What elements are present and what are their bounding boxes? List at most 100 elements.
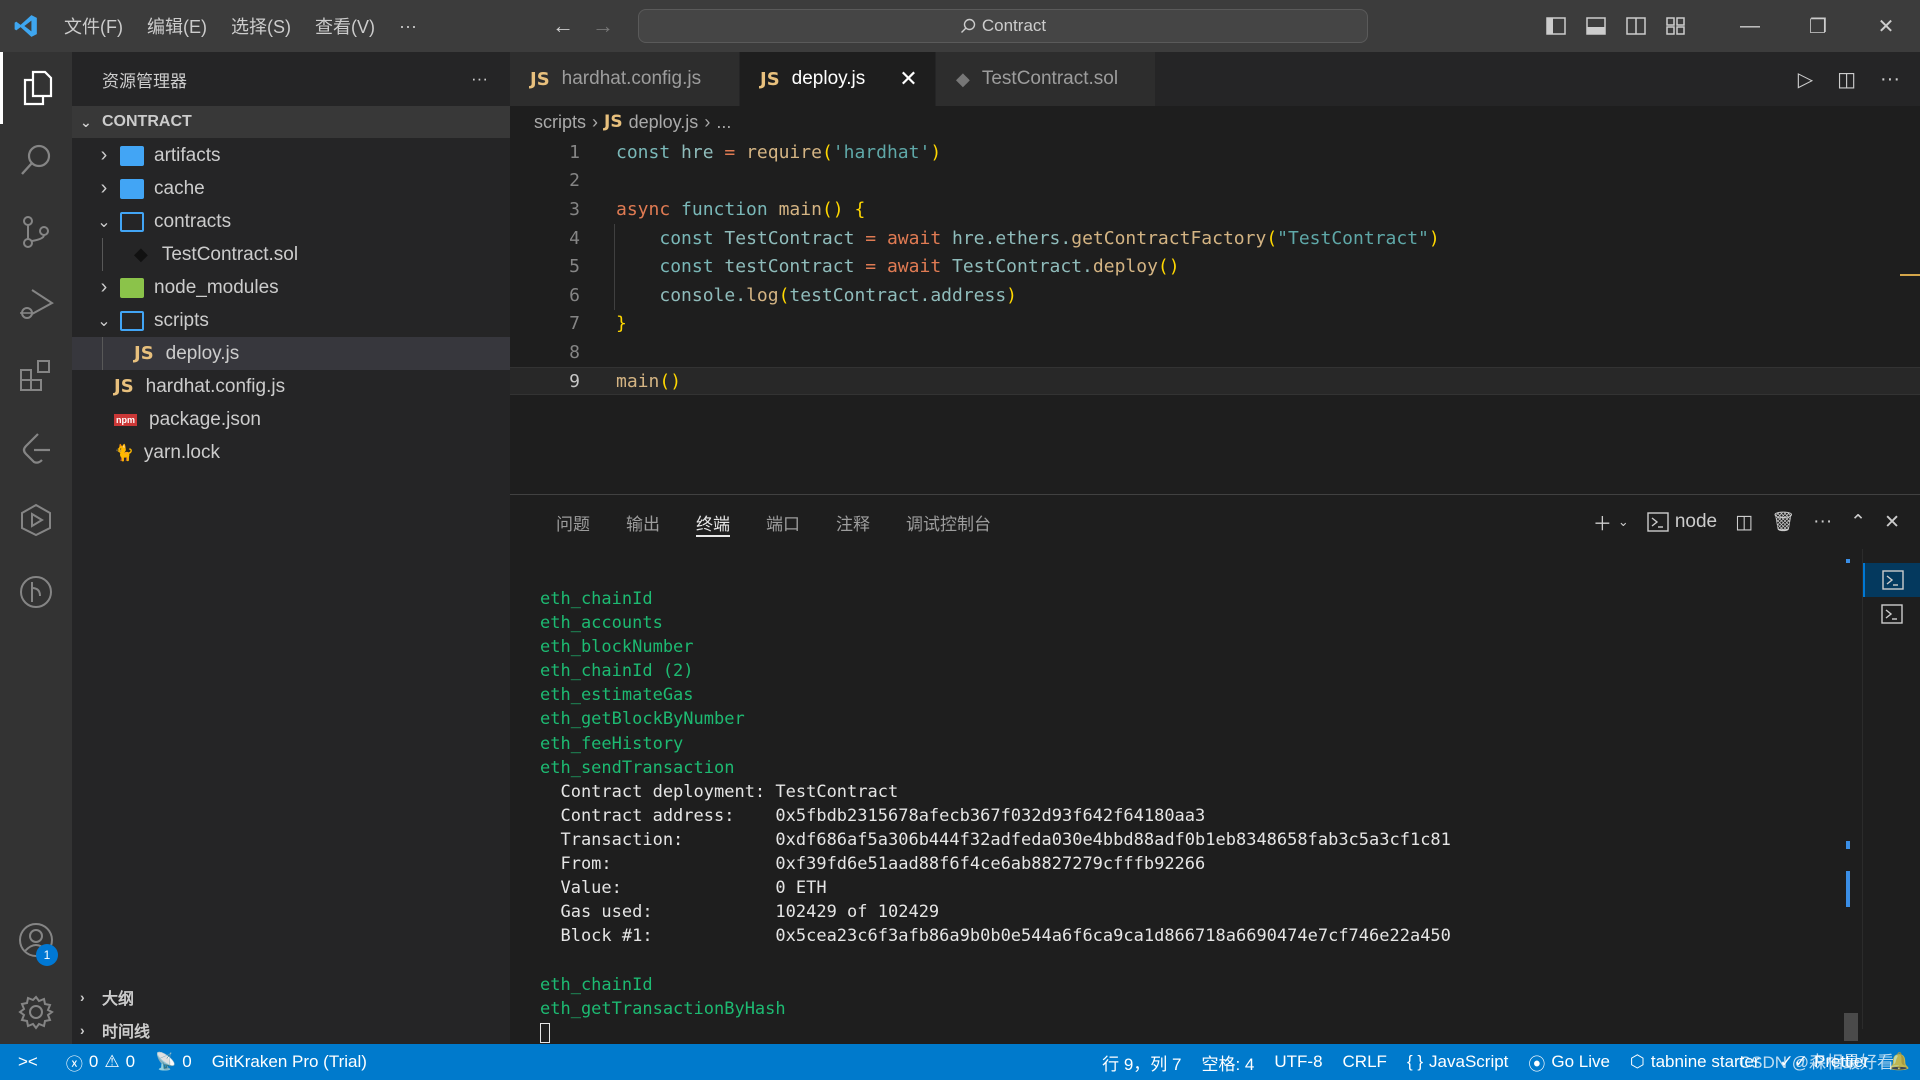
tree-item-node-modules[interactable]: › node_modules <box>72 271 510 304</box>
line-ending[interactable]: CRLF <box>1333 1044 1397 1080</box>
gitkraken-status[interactable]: GitKraken Pro (Trial) <box>202 1044 377 1080</box>
panel-more-actions-icon[interactable]: ··· <box>1813 511 1832 533</box>
terminal-dropdown-chevron-icon[interactable]: ⌄ <box>1618 514 1629 530</box>
run-debug-icon[interactable] <box>0 268 72 340</box>
kill-terminal-trash-icon[interactable]: 🗑 <box>1771 510 1795 534</box>
tab-testcontract-sol[interactable]: ◆ TestContract.sol <box>936 52 1156 106</box>
explorer-more-actions[interactable]: ··· <box>471 69 488 89</box>
tab-deploy-js[interactable]: JS deploy.js ✕ <box>740 52 936 106</box>
extensions-icon[interactable] <box>0 340 72 412</box>
command-center-search[interactable]: Contract <box>638 9 1368 43</box>
language-mode[interactable]: { } JavaScript <box>1397 1044 1518 1080</box>
panel-tab-5[interactable]: 调试控制台 <box>888 495 1009 549</box>
js-file-icon: JS <box>530 68 550 90</box>
tree-item-hardhat-config-js[interactable]: JS hardhat.config.js <box>72 370 510 403</box>
tree-item-artifacts[interactable]: › artifacts <box>72 139 510 172</box>
breadcrumb-symbol[interactable]: ... <box>716 112 731 133</box>
breadcrumb-folder[interactable]: scripts <box>534 112 586 133</box>
outline-section[interactable]: › 大纲 <box>72 980 510 1013</box>
encoding[interactable]: UTF-8 <box>1264 1044 1332 1080</box>
menu-selection[interactable]: 选择(S) <box>219 0 303 52</box>
broadcast-icon: 📡 <box>155 1052 177 1071</box>
workspace-section-header[interactable]: ⌄ CONTRACT <box>72 106 510 138</box>
explorer-icon[interactable] <box>0 52 72 124</box>
terminal-selector[interactable]: node <box>1647 511 1717 533</box>
tree-item-yarn-lock[interactable]: 🐈 yarn.lock <box>72 436 510 469</box>
minimize-icon[interactable]: — <box>1716 0 1784 52</box>
code-line[interactable]: 4 const TestContract = await hre.ethers.… <box>510 223 1920 253</box>
customize-layout-icon[interactable] <box>1656 0 1696 52</box>
source-control-icon[interactable] <box>0 196 72 268</box>
terminal-tab-2[interactable] <box>1863 597 1920 631</box>
back-arrow-icon[interactable]: ← <box>552 13 574 39</box>
tree-item-package-json[interactable]: npm package.json <box>72 403 510 436</box>
cursor-position[interactable]: 行 9，列 7 <box>1092 1044 1191 1080</box>
breadcrumb-file[interactable]: deploy.js <box>629 112 699 133</box>
menu-view[interactable]: 查看(V) <box>303 0 387 52</box>
maximize-panel-chevron-up-icon[interactable]: ⌃ <box>1850 511 1866 534</box>
terminal-tab-1[interactable] <box>1863 563 1920 597</box>
terminal-scrollbar[interactable] <box>1844 1013 1858 1041</box>
panel-tab-0[interactable]: 问题 <box>538 495 608 549</box>
gitkraken-icon[interactable] <box>0 412 72 484</box>
code-line[interactable]: 1 const hre = require('hardhat') <box>510 138 1920 167</box>
go-live-button[interactable]: ⦿ Go Live <box>1518 1044 1620 1080</box>
panel-tab-2[interactable]: 终端 <box>678 495 748 549</box>
panel-tab-1[interactable]: 输出 <box>608 495 678 549</box>
code-line[interactable]: 8 <box>510 338 1920 367</box>
toggle-panel-icon[interactable] <box>1576 0 1616 52</box>
panel-tab-4[interactable]: 注释 <box>818 495 888 549</box>
ports-indicator[interactable]: 📡 0 <box>145 1044 202 1080</box>
code-editor[interactable]: 1 const hre = require('hardhat') 2 3 async f… <box>510 138 1920 494</box>
testing-icon[interactable] <box>0 484 72 556</box>
toggle-primary-sidebar-icon[interactable] <box>1536 0 1576 52</box>
menu-more[interactable]: ··· <box>387 0 429 52</box>
run-code-icon[interactable]: ▷ <box>1798 67 1813 92</box>
toggle-secondary-sidebar-icon[interactable] <box>1616 0 1656 52</box>
scroll-marker <box>1846 871 1850 907</box>
search-icon[interactable] <box>0 124 72 196</box>
close-tab-icon[interactable]: ✕ <box>899 66 917 92</box>
new-terminal-plus-icon[interactable]: ＋ <box>1593 509 1612 536</box>
terminal-line: Value: 0 ETH <box>540 878 827 899</box>
panel-tab-3[interactable]: 端口 <box>748 495 818 549</box>
tree-item-label: node_modules <box>154 276 279 298</box>
menu-file[interactable]: 文件(F) <box>52 0 135 52</box>
tree-item-cache[interactable]: › cache <box>72 172 510 205</box>
split-editor-icon[interactable]: ◫ <box>1837 67 1856 92</box>
timeline-section[interactable]: › 时间线 <box>72 1013 510 1046</box>
tree-item-scripts[interactable]: ⌄ scripts <box>72 304 510 337</box>
settings-gear-icon[interactable] <box>0 976 72 1048</box>
code-line[interactable]: 9 main() <box>510 366 1920 396</box>
menu-edit[interactable]: 编辑(E) <box>135 0 219 52</box>
git-graph-icon[interactable] <box>0 556 72 628</box>
code-line[interactable]: 5 const testContract = await TestContrac… <box>510 252 1920 281</box>
code-line[interactable]: 7} <box>510 310 1920 339</box>
chevron-right-icon: › <box>80 1021 85 1038</box>
terminal-line: Contract address: 0x5fbdb2315678afecb367… <box>540 805 1206 826</box>
tree-item-contracts[interactable]: ⌄ contracts <box>72 205 510 238</box>
terminal-output[interactable]: eth_chainId eth_accounts eth_blockNumber et… <box>540 587 1451 1045</box>
remote-indicator[interactable]: >< <box>0 1044 56 1080</box>
indentation[interactable]: 空格: 4 <box>1191 1044 1264 1080</box>
account-icon[interactable]: 1 <box>0 904 72 976</box>
code-text: async function main() { <box>616 198 866 220</box>
split-terminal-icon[interactable]: ◫ <box>1735 511 1753 534</box>
problems-indicator[interactable]: ⓧ 0 ⚠ 0 <box>56 1044 145 1080</box>
tree-item-testcontract-sol[interactable]: ◆ TestContract.sol <box>72 238 510 271</box>
restore-icon[interactable]: ❐ <box>1784 0 1852 52</box>
tab-hardhat-config[interactable]: JS hardhat.config.js <box>510 52 740 106</box>
code-text: console.log(testContract.address) <box>659 284 1018 306</box>
terminal-prompt-line[interactable] <box>540 1021 1451 1045</box>
code-line[interactable]: 3 async function main() { <box>510 195 1920 224</box>
editor-more-actions-icon[interactable]: ··· <box>1880 68 1900 91</box>
code-text: } <box>616 313 627 335</box>
close-window-icon[interactable]: ✕ <box>1852 0 1920 52</box>
code-line[interactable]: 2 <box>510 167 1920 196</box>
js-file-icon: JS <box>134 343 154 364</box>
forward-arrow-icon[interactable]: → <box>592 13 614 39</box>
close-panel-icon[interactable]: ✕ <box>1884 511 1900 534</box>
tree-item-deploy-js[interactable]: JS deploy.js <box>72 337 510 370</box>
code-line[interactable]: 6 console.log(testContract.address) <box>510 280 1920 310</box>
